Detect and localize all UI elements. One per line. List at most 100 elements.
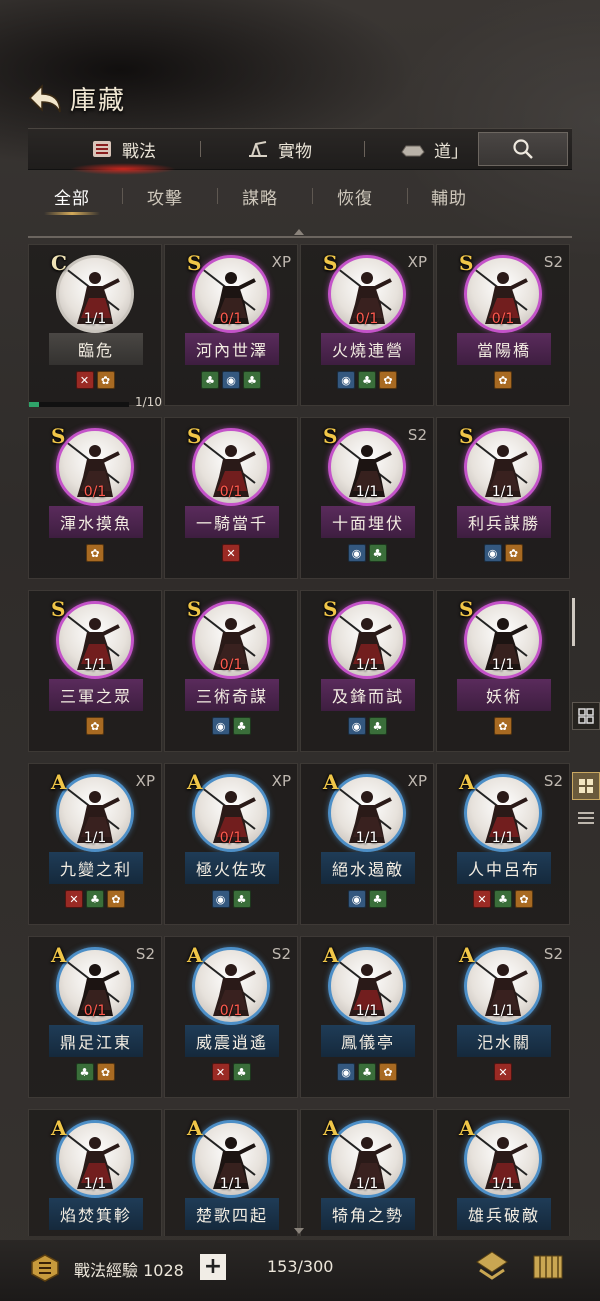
tactic-count: 0/1 [219,830,243,846]
tactic-name: 焰焚箕軫 [49,1198,143,1230]
filter-separator [217,188,218,204]
support-icon: ✿ [86,717,104,735]
tactic-card[interactable]: 1/1 S 及鋒而試 ◉ ♣ [300,590,434,752]
troop-icon: ♣ [201,371,219,389]
tactic-portrait: 0/1 [192,255,270,333]
tactic-card[interactable]: 0/1 S XP 火燒連營 ◉ ♣ ✿ [300,244,434,406]
troop-icon: ♣ [494,890,512,908]
grade-badge: A [459,770,475,794]
small-grid-view-button[interactable] [572,702,600,730]
attack-icon: ✕ [65,890,83,908]
grade-badge: S [51,424,66,448]
tactic-count: 1/1 [83,657,107,673]
tactic-type-icons: ✕ ♣ ✿ [29,890,161,908]
filter-recovery[interactable]: 恢復 [337,184,373,209]
tab-props[interactable]: 道」 [400,129,468,169]
strategy-icon: ◉ [222,371,240,389]
scroll-up-indicator [294,229,304,235]
tactic-portrait: 0/1 [192,601,270,679]
tactic-card[interactable]: 1/1 A XP 九變之利 ✕ ♣ ✿ [28,763,162,925]
tactic-type-icons: ✕ ♣ ✿ [437,890,569,908]
tactic-portrait: 1/1 [56,255,134,333]
grade-badge: A [323,943,339,967]
tactic-card[interactable]: 1/1 S 利兵謀勝 ◉ ✿ [436,417,570,579]
large-grid-view-button[interactable] [572,772,600,800]
season-tag: XP [271,772,291,790]
inventory-capacity: 153/300 [267,1257,334,1276]
strategy-icon: ◉ [337,371,355,389]
strategy-icon: ◉ [347,717,366,735]
tactic-card[interactable]: 1/1 A 犄角之勢 [300,1109,434,1236]
tactic-name: 楚歌四起 [185,1198,279,1230]
grade-badge: S [187,424,202,448]
tactic-card[interactable]: 0/1 A S2 鼎足江東 ♣ ✿ [28,936,162,1098]
tactic-card[interactable]: 1/1 A S2 人中呂布 ✕ ♣ ✿ [436,763,570,925]
tactic-type-icons: ◉ ✿ [437,544,569,562]
tactic-card[interactable]: 1/1 S 妖術 ✿ [436,590,570,752]
filter-all[interactable]: 全部 [44,184,100,215]
grade-badge: S [187,251,202,275]
tactic-portrait: 1/1 [464,947,542,1025]
grade-badge: A [323,1116,339,1140]
tactic-type-icons: ♣ ◉ ♣ [165,371,297,389]
convert-icon [476,1251,508,1280]
strategy-icon: ◉ [483,544,502,562]
tactic-count: 0/1 [219,1003,243,1019]
add-exp-button[interactable]: + [200,1254,226,1280]
tactic-count: 1/1 [491,830,515,846]
page-title: 庫藏 [70,86,127,116]
tab-tactics[interactable]: 戰法 [70,129,176,175]
tactic-card[interactable]: 0/1 S 一騎當千 ✕ [164,417,298,579]
filter-support[interactable]: 輔助 [431,184,467,209]
tactic-name: 三軍之眾 [49,679,143,711]
tactic-name: 威震逍遙 [185,1025,279,1057]
tactic-card[interactable]: 1/1 S S2 十面埋伏 ◉ ♣ [300,417,434,579]
tactic-card[interactable]: 0/1 S XP 河內世澤 ♣ ◉ ♣ [164,244,298,406]
tactic-card[interactable]: 1/1 A 鳳儀亭 ◉ ♣ ✿ [300,936,434,1098]
grade-badge: A [51,943,67,967]
scrollbar[interactable] [572,598,575,646]
list-view-button[interactable] [572,804,600,832]
tactic-card[interactable]: 1/1 S 三軍之眾 ✿ [28,590,162,752]
tactic-name: 臨危 [49,333,143,365]
search-button[interactable] [478,132,568,166]
convert-button[interactable] [474,1250,510,1284]
scroll-icon [93,141,111,157]
tab-items-label: 實物 [278,141,312,162]
tactic-count: 1/1 [491,1003,515,1019]
tactic-card[interactable]: 0/1 S 渾水摸魚 ✿ [28,417,162,579]
tactic-portrait: 1/1 [464,1120,542,1198]
troop-icon: ♣ [75,1063,94,1081]
tab-items[interactable]: 實物 [246,129,312,169]
tactic-count: 1/1 [491,484,515,500]
strategy-icon: ◉ [337,1063,355,1081]
scroll-book-button[interactable] [530,1250,566,1284]
tactic-portrait: 1/1 [464,601,542,679]
filter-attack[interactable]: 攻擊 [147,184,183,209]
tactic-card[interactable]: 0/1 A XP 極火佐攻 ◉ ♣ [164,763,298,925]
tactic-card[interactable]: 1/1 A 雄兵破敵 [436,1109,570,1236]
tactic-card[interactable]: 1/1 A XP 絕水遏敵 ◉ ♣ [300,763,434,925]
tactic-type-icons: ✿ [29,544,161,562]
tactic-count: 0/1 [491,311,515,327]
tactic-card[interactable]: 0/1 S S2 當陽橋 ✿ [436,244,570,406]
tactic-card[interactable]: 1/1 A S2 汜水關 ✕ [436,936,570,1098]
tactic-card[interactable]: 1/1 A 楚歌四起 [164,1109,298,1236]
attack-icon: ✕ [473,890,491,908]
list-icon [578,812,594,824]
troop-icon: ♣ [232,890,251,908]
tactic-card[interactable]: 1/1 C 臨危 ✕ ✿ 1/10 [28,244,162,409]
tactic-card[interactable]: 1/1 A 焰焚箕軫 [28,1109,162,1236]
tactic-type-icons: ◉ ♣ [301,890,433,908]
tactic-exp-label: 戰法經驗 1028 [74,1261,184,1280]
tactic-name: 鳳儀亭 [321,1025,415,1057]
tactic-count: 0/1 [219,311,243,327]
tactic-card[interactable]: 0/1 S 三術奇謀 ◉ ♣ [164,590,298,752]
tactic-count: 1/1 [83,1176,107,1192]
tactic-card[interactable]: 0/1 A S2 威震逍遙 ✕ ♣ [164,936,298,1098]
tactic-name: 汜水關 [457,1025,551,1057]
attack-icon: ✕ [222,544,240,562]
footer-bar: 戰法經驗 1028 + 153/300 [0,1240,600,1301]
filter-strategy[interactable]: 謀略 [242,184,278,209]
back-button[interactable] [28,82,64,116]
